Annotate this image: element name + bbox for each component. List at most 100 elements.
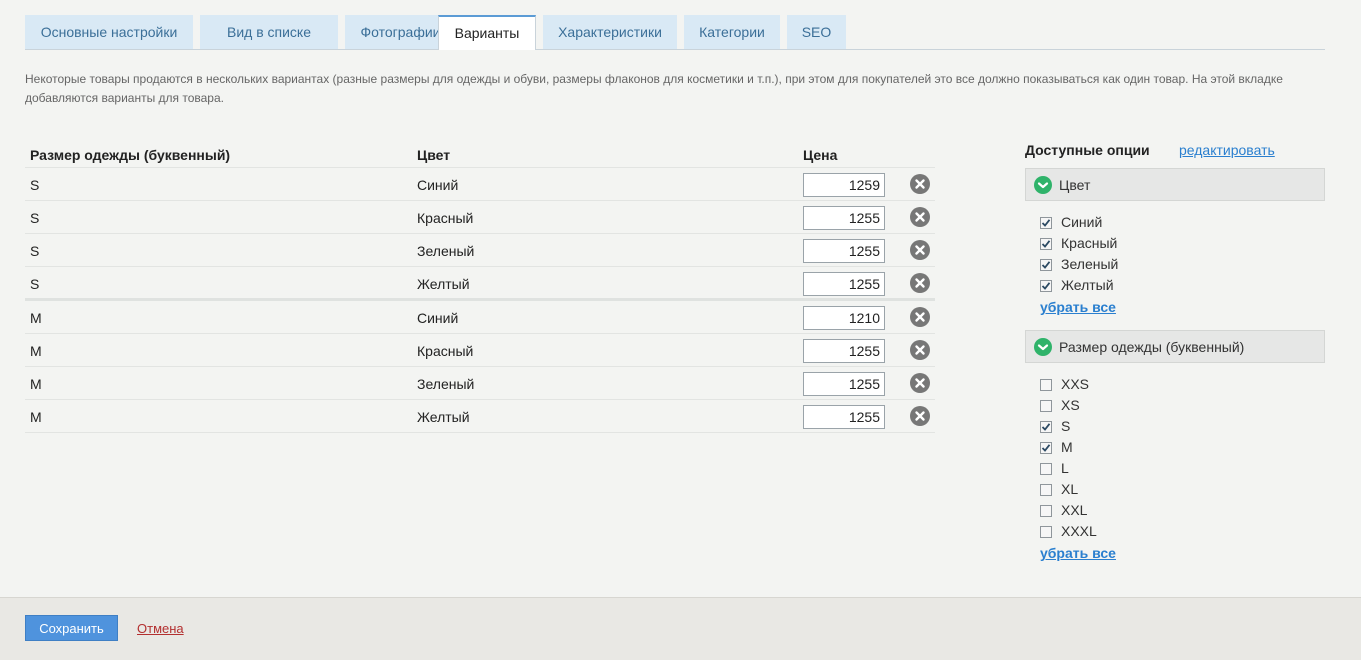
variant-size: S (30, 177, 40, 193)
variant-size: M (30, 343, 42, 359)
option-checkbox[interactable] (1040, 217, 1052, 229)
option-checkbox[interactable] (1040, 442, 1052, 454)
close-circle-icon[interactable] (910, 174, 930, 194)
edit-options-link[interactable]: редактировать (1179, 142, 1275, 158)
variant-row: S Красный (25, 201, 935, 234)
close-circle-icon[interactable] (910, 406, 930, 426)
option-group: Цвет Синий Красный Зеленый Желтый убрать все (1025, 168, 1325, 318)
option-item[interactable]: Зеленый (1040, 255, 1325, 276)
variant-size: S (30, 210, 40, 226)
variant-color: Желтый (417, 409, 470, 425)
option-item[interactable]: Синий (1040, 213, 1325, 234)
variant-price-input[interactable] (803, 206, 885, 230)
variant-price-input[interactable] (803, 372, 885, 396)
column-header-size: Размер одежды (буквенный) (30, 147, 231, 163)
option-group-header[interactable]: Размер одежды (буквенный) (1025, 330, 1325, 363)
option-item[interactable]: Красный (1040, 234, 1325, 255)
variant-color: Синий (417, 177, 459, 193)
option-label: XL (1061, 481, 1079, 497)
tab-characteristics[interactable]: Характеристики (543, 15, 677, 49)
remove-all-link[interactable]: убрать все (1040, 297, 1325, 318)
checkmark-icon (1041, 423, 1051, 431)
option-item[interactable]: S (1040, 417, 1325, 438)
variant-size: S (30, 243, 40, 259)
close-circle-icon[interactable] (910, 240, 930, 260)
close-circle-icon[interactable] (910, 307, 930, 327)
variant-row: S Желтый (25, 267, 935, 301)
checkmark-icon (1041, 240, 1051, 248)
option-label: S (1061, 418, 1071, 434)
variant-price-input[interactable] (803, 339, 885, 363)
option-checkbox[interactable] (1040, 280, 1052, 292)
option-group-name: Размер одежды (буквенный) (1059, 339, 1245, 355)
option-checkbox[interactable] (1040, 484, 1052, 496)
option-item[interactable]: XXS (1040, 375, 1325, 396)
variant-price-input[interactable] (803, 405, 885, 429)
tab-bar: Основные настройки Вид в списке Фотограф… (25, 15, 1325, 50)
save-button[interactable]: Сохранить (25, 615, 118, 641)
option-item[interactable]: XS (1040, 396, 1325, 417)
option-item[interactable]: M (1040, 438, 1325, 459)
checkmark-icon (1041, 261, 1051, 269)
option-item[interactable]: XXL (1040, 501, 1325, 522)
option-item[interactable]: Желтый (1040, 276, 1325, 297)
option-label: XXL (1061, 502, 1088, 518)
available-options-panel: Доступные опции редактировать Цвет Синий К… (1025, 140, 1325, 576)
variant-color: Желтый (417, 276, 470, 292)
variant-row: M Желтый (25, 400, 935, 433)
close-circle-icon[interactable] (910, 340, 930, 360)
option-checkbox[interactable] (1040, 259, 1052, 271)
option-label: XS (1061, 397, 1080, 413)
option-checkbox[interactable] (1040, 379, 1052, 391)
remove-all-link[interactable]: убрать все (1040, 543, 1325, 564)
close-circle-icon[interactable] (910, 273, 930, 293)
option-checkbox[interactable] (1040, 463, 1052, 475)
variant-size: M (30, 376, 42, 392)
close-circle-icon[interactable] (910, 207, 930, 227)
option-checkbox[interactable] (1040, 421, 1052, 433)
variant-row: M Синий (25, 301, 935, 334)
checkmark-icon (1041, 444, 1051, 452)
variant-price-input[interactable] (803, 306, 885, 330)
option-group-header[interactable]: Цвет (1025, 168, 1325, 201)
close-circle-icon[interactable] (910, 373, 930, 393)
cancel-link[interactable]: Отмена (137, 621, 184, 636)
option-item[interactable]: XL (1040, 480, 1325, 501)
footer-bar: Сохранить Отмена (0, 597, 1361, 660)
tab-seo[interactable]: SEO (787, 15, 846, 49)
chevron-down-circle-icon (1034, 338, 1052, 356)
variant-row: S Зеленый (25, 234, 935, 267)
variant-size: S (30, 276, 40, 292)
variant-color: Красный (417, 210, 474, 226)
option-checkbox[interactable] (1040, 505, 1052, 517)
option-checkbox[interactable] (1040, 400, 1052, 412)
option-label: Желтый (1061, 277, 1114, 293)
option-group-name: Цвет (1059, 177, 1091, 193)
column-header-price: Цена (803, 147, 838, 163)
variant-price-input[interactable] (803, 272, 885, 296)
option-label: XXS (1061, 376, 1090, 392)
chevron-down-circle-icon (1034, 176, 1052, 194)
variant-color: Зеленый (417, 376, 475, 392)
variant-price-input[interactable] (803, 239, 885, 263)
variants-table: Размер одежды (буквенный) Цвет Цена S Син… (25, 140, 935, 433)
tab-categories[interactable]: Категории (684, 15, 780, 49)
variant-color: Зеленый (417, 243, 475, 259)
variant-price-input[interactable] (803, 173, 885, 197)
tab-main-settings[interactable]: Основные настройки (25, 15, 193, 49)
variant-size: M (30, 409, 42, 425)
tab-variants[interactable]: Варианты (438, 15, 536, 50)
option-checkbox[interactable] (1040, 526, 1052, 538)
tab-list-view[interactable]: Вид в списке (200, 15, 338, 49)
variant-color: Синий (417, 310, 459, 326)
option-checkbox[interactable] (1040, 238, 1052, 250)
option-item[interactable]: XXXL (1040, 522, 1325, 543)
option-label: Зеленый (1061, 256, 1119, 272)
option-item[interactable]: L (1040, 459, 1325, 480)
variant-color: Красный (417, 343, 474, 359)
option-group: Размер одежды (буквенный) XXS XS S M L XL XXL XX… (1025, 330, 1325, 564)
checkmark-icon (1041, 219, 1051, 227)
option-label: L (1061, 460, 1069, 476)
variant-row: M Зеленый (25, 367, 935, 400)
tab-description: Некоторые товары продаются в нескольких … (25, 72, 1283, 105)
